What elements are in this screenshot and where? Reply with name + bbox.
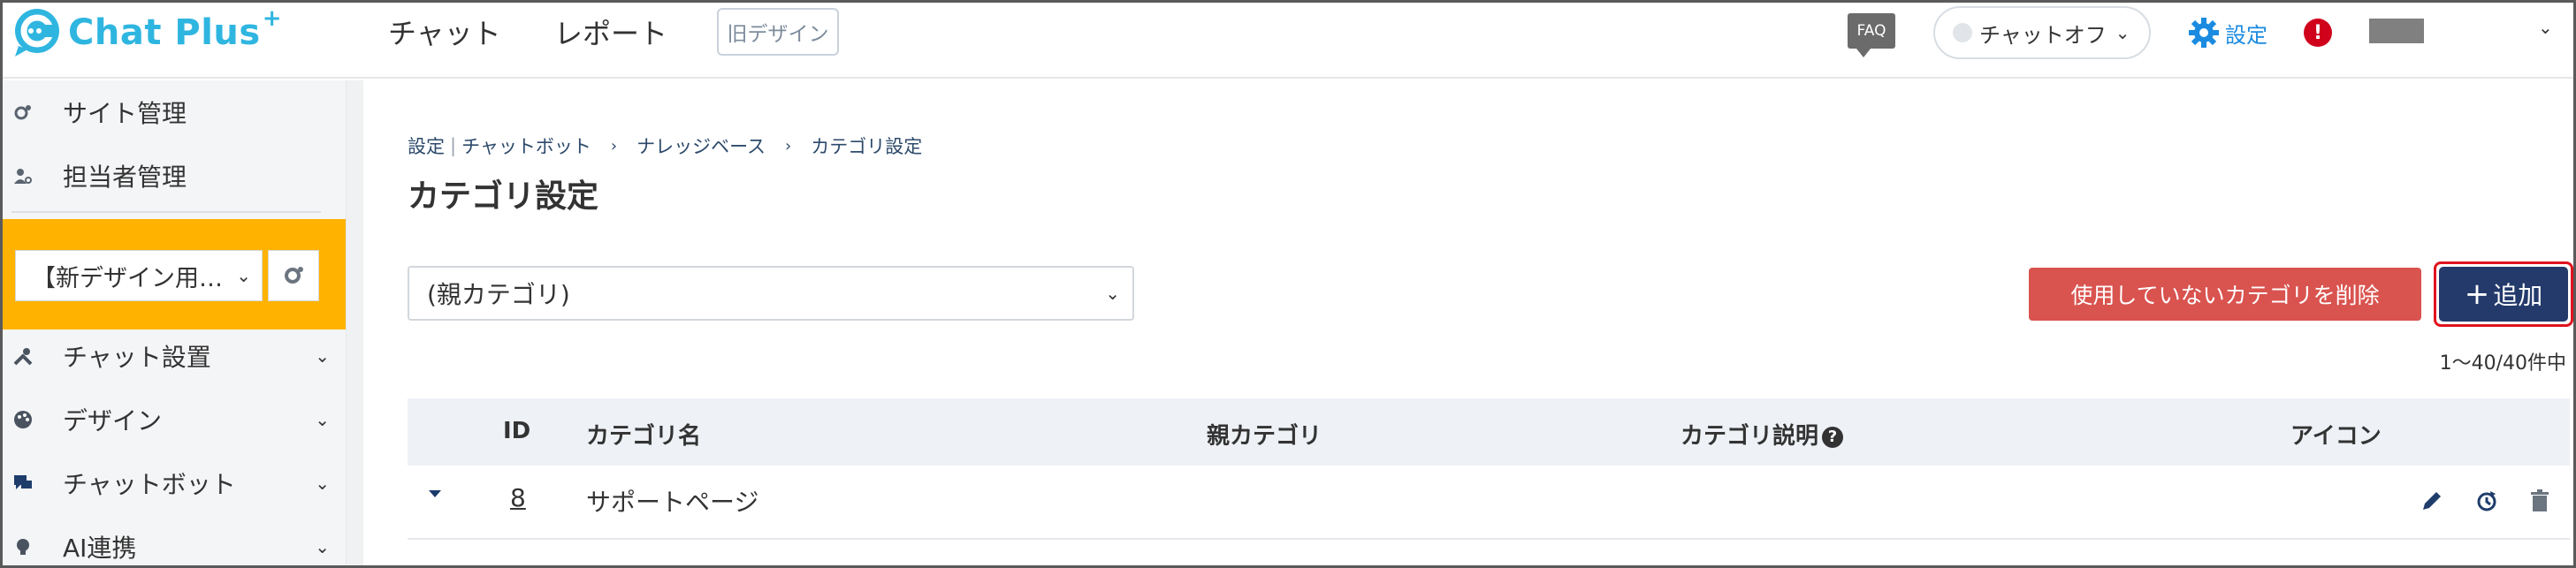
chevron-down-icon: ⌄: [236, 265, 251, 286]
table-header: ID カテゴリ名 親カテゴリ カテゴリ説明? アイコン: [408, 398, 2570, 466]
sidebar-item-ai-integration[interactable]: AI連携 ⌄: [11, 529, 339, 564]
chevron-right-icon: ›: [610, 136, 618, 155]
expand-caret-icon[interactable]: [429, 490, 441, 497]
plus-icon: +: [2464, 276, 2490, 312]
logo-plus: +: [262, 5, 282, 32]
chevron-right-icon: ›: [785, 136, 792, 155]
edit-icon[interactable]: [2418, 487, 2446, 515]
chat-status-label: チャットオフ: [1979, 22, 2107, 48]
trash-icon[interactable]: [2526, 487, 2554, 515]
sidebar-item-staff-management[interactable]: 担当者管理: [11, 158, 339, 193]
add-button[interactable]: + 追加: [2434, 261, 2573, 327]
column-header-id[interactable]: ID: [503, 418, 530, 444]
delete-unused-categories-button[interactable]: 使用していないカテゴリを削除: [2029, 268, 2421, 321]
sidebar-item-label: サイト管理: [63, 99, 187, 128]
person-gear-icon: [11, 164, 34, 187]
user-avatar[interactable]: [2369, 19, 2424, 43]
sidebar-scrollbar[interactable]: [346, 80, 363, 565]
faq-button[interactable]: FAQ: [1848, 13, 1895, 57]
sidebar-item-chatbot[interactable]: チャットボット ⌄: [11, 466, 339, 501]
column-header-description: カテゴリ説明?: [1680, 418, 1844, 451]
chevron-down-icon: ⌄: [315, 536, 330, 557]
breadcrumb-divider: |: [450, 135, 457, 156]
chevron-down-icon: ⌄: [315, 345, 330, 367]
parent-category-select[interactable]: (親カテゴリ) ⌄: [408, 266, 1134, 321]
chevron-down-icon: ⌄: [315, 473, 330, 494]
history-icon[interactable]: [2473, 487, 2501, 515]
page-title: カテゴリ設定: [408, 178, 599, 215]
gear-person-icon: [11, 101, 34, 124]
top-header: Chat Plus + チャット レポート 旧デザイン FAQ チャットオフ ⌄: [3, 3, 2573, 79]
sidebar-item-label: チャット設置: [63, 343, 211, 372]
sidebar-item-site-management[interactable]: サイト管理: [11, 95, 339, 130]
gear-icon: [285, 267, 303, 284]
breadcrumb-item-current: カテゴリ設定: [811, 136, 923, 157]
breadcrumb-item-chatbot[interactable]: チャットボット: [461, 133, 591, 159]
logo[interactable]: Chat Plus +: [11, 5, 282, 59]
sidebar-item-design[interactable]: デザイン ⌄: [11, 402, 339, 437]
column-header-description-label: カテゴリ説明: [1680, 423, 1819, 450]
alert-icon[interactable]: !: [2304, 19, 2332, 47]
old-design-button[interactable]: 旧デザイン: [717, 8, 839, 56]
chevron-down-icon: ⌄: [2115, 22, 2130, 43]
user-menu-chevron-icon[interactable]: ⌄: [2538, 17, 2553, 38]
sidebar-item-label: デザイン: [63, 406, 163, 435]
column-header-icon: アイコン: [2290, 423, 2382, 450]
sidebar-item-label: AI連携: [63, 534, 137, 563]
column-header-name[interactable]: カテゴリ名: [586, 418, 701, 451]
sidebar-item-label: チャットボット: [63, 470, 236, 499]
tools-icon: [11, 345, 34, 367]
chevron-down-icon: ⌄: [315, 409, 330, 430]
add-button-inner: + 追加: [2439, 267, 2568, 322]
breadcrumb: 設定 | チャットボット › ナレッジベース › カテゴリ設定: [408, 133, 922, 159]
help-icon[interactable]: ?: [1822, 426, 1844, 448]
chat-status-dropdown[interactable]: チャットオフ ⌄: [1933, 6, 2151, 59]
add-button-label: 追加: [2493, 281, 2543, 310]
chat-plus-logo-icon: [11, 7, 63, 58]
chevron-down-icon: ⌄: [1105, 283, 1120, 304]
sidebar-item-label: 担当者管理: [63, 163, 187, 192]
nav-report[interactable]: レポート: [554, 11, 667, 52]
parent-category-value: (親カテゴリ): [427, 280, 570, 309]
column-header-parent[interactable]: 親カテゴリ: [1207, 418, 1322, 451]
chat-bubbles-icon: [11, 472, 34, 495]
palette-icon: [11, 408, 34, 431]
result-count: 1～40/40件中: [2439, 352, 2566, 375]
sidebar-divider: [11, 211, 321, 213]
breadcrumb-item-knowledge-base[interactable]: ナレッジベース: [636, 133, 766, 159]
settings-label: 設定: [2225, 22, 2267, 48]
site-select-value: 【新デザイン用…: [32, 264, 223, 292]
table-row: 8 サポートページ: [408, 466, 2570, 540]
row-name: サポートページ: [586, 488, 759, 517]
site-select-dropdown[interactable]: 【新デザイン用… ⌄: [15, 250, 263, 301]
status-dot-icon: [1953, 23, 1972, 42]
lightbulb-icon: [11, 535, 34, 558]
nav-chat[interactable]: チャット: [388, 11, 501, 52]
breadcrumb-item-settings[interactable]: 設定: [408, 133, 445, 159]
row-id[interactable]: 8: [510, 483, 526, 512]
gear-icon: [2189, 18, 2219, 48]
site-settings-button[interactable]: [268, 250, 319, 301]
logo-text: Chat Plus: [68, 12, 261, 53]
settings-link[interactable]: 設定: [2186, 15, 2267, 50]
sidebar-item-chat-setup[interactable]: チャット設置 ⌄: [11, 338, 339, 374]
app-window: Chat Plus + チャット レポート 旧デザイン FAQ チャットオフ ⌄: [0, 0, 2576, 568]
